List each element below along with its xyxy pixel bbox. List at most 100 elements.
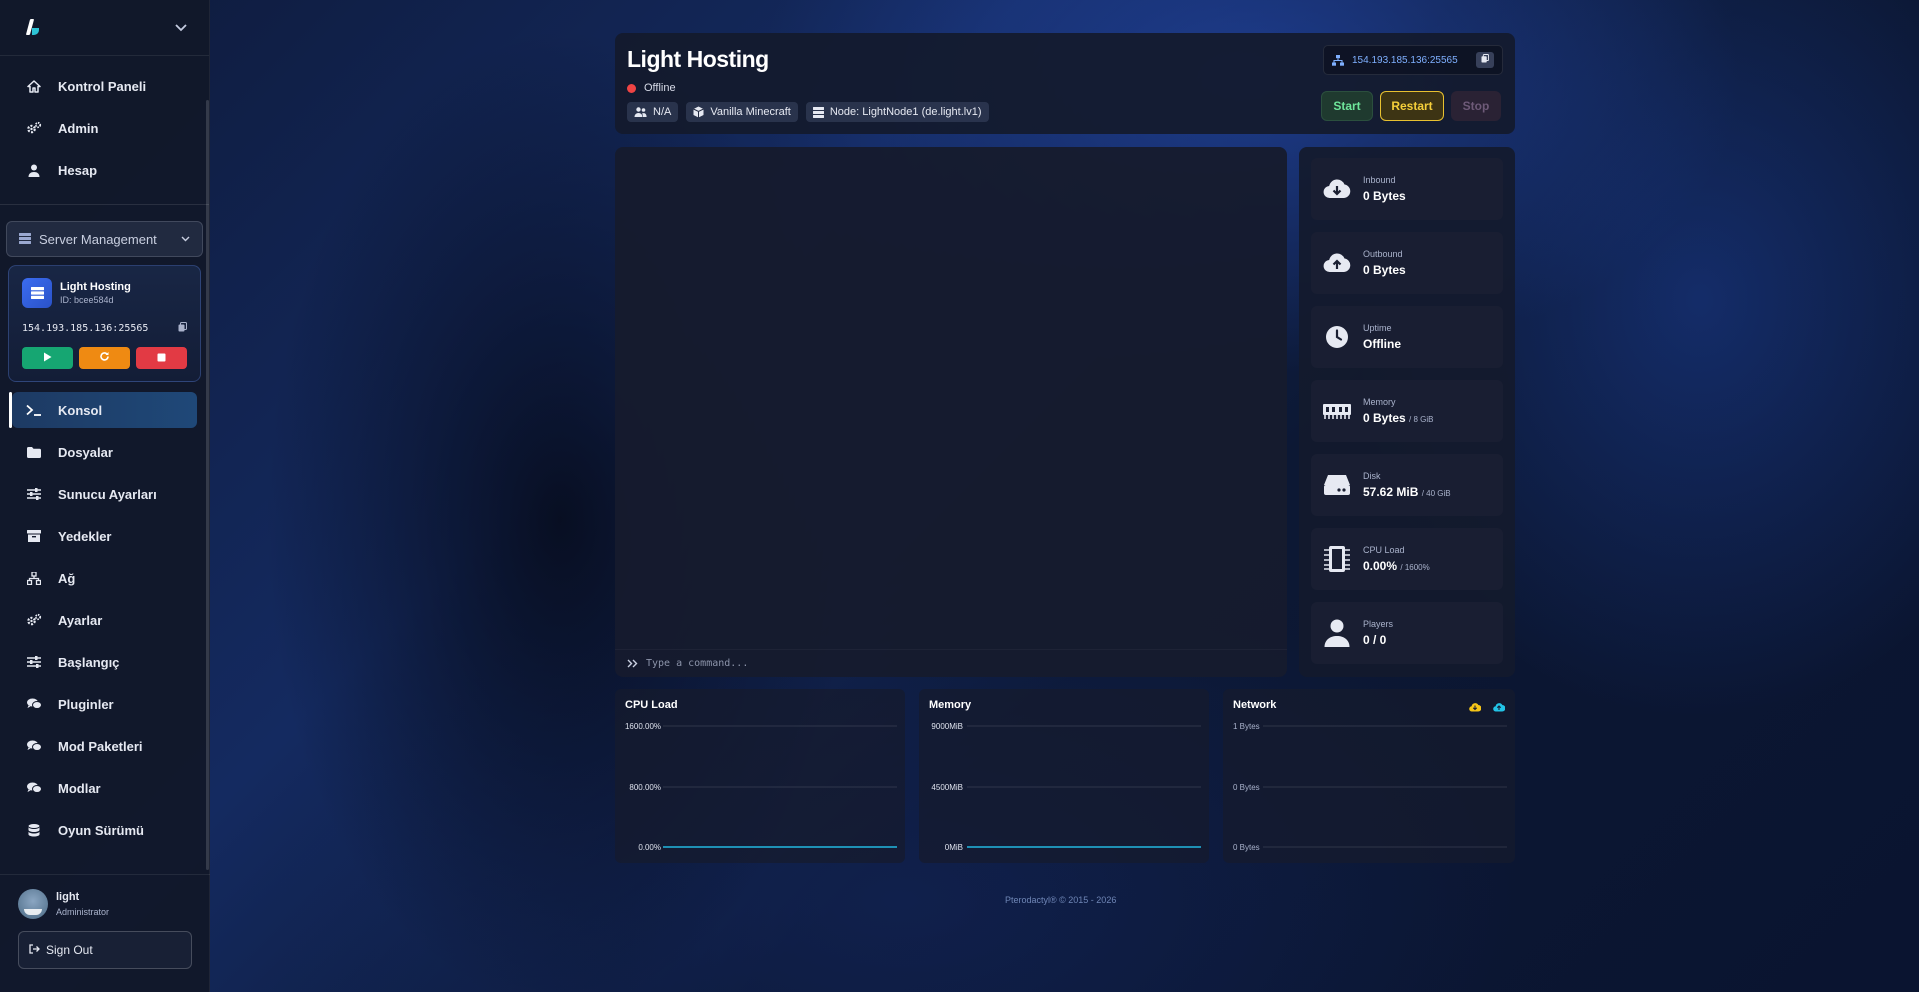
status-text: Offline [644, 82, 676, 94]
sidebar-item-ag[interactable]: Ağ [12, 560, 197, 596]
sidebar-item-kontrol-paneli[interactable]: Kontrol Paneli [12, 68, 197, 104]
sidebar-item-dosyalar[interactable]: Dosyalar [12, 434, 197, 470]
stat-value: 57.62 MiB [1363, 485, 1419, 499]
network-icon [24, 571, 44, 585]
chevron-down-icon [181, 233, 190, 245]
tick-label: 0 Bytes [1233, 783, 1260, 792]
console-output[interactable]: Type a command... [615, 147, 1287, 677]
sidebar-item-hesap[interactable]: Hesap [12, 152, 197, 188]
sidebar-item-sunucu-ayarlari[interactable]: Sunucu Ayarları [12, 476, 197, 512]
sidebar-item-ayarlar[interactable]: Ayarlar [12, 602, 197, 638]
server-card-name: Light Hosting [60, 281, 131, 293]
command-input[interactable]: Type a command... [615, 649, 1287, 677]
cpu-graph: CPU Load 1600.00% 800.00% 0.00% [615, 689, 905, 863]
user-icon [1321, 619, 1353, 647]
server-header: Light Hosting Offline N/A Vanilla Minecr… [615, 33, 1515, 134]
footer-copyright: Pterodactyl® © 2015 - 2026 [1005, 895, 1117, 905]
server-stop-button[interactable] [136, 347, 187, 369]
memory-graph: Memory 9000MiB 4500MiB 0MiB [919, 689, 1209, 863]
avatar[interactable] [18, 889, 48, 919]
sidebar-item-oyun-surumu[interactable]: Oyun Sürümü [12, 812, 197, 848]
sidebar-item-admin[interactable]: Admin [12, 110, 197, 146]
comments-icon [24, 698, 44, 710]
sidebar-item-mod-paketleri[interactable]: Mod Paketleri [12, 728, 197, 764]
status-badge: Offline [627, 82, 676, 94]
server-tags: N/A Vanilla Minecraft Node: LightNode1 (… [627, 102, 989, 122]
sign-out-button[interactable]: Sign Out [18, 931, 192, 969]
copy-icon[interactable] [178, 322, 187, 335]
clock-icon [1321, 325, 1353, 349]
sliders-icon [24, 656, 44, 668]
stat-inbound: Inbound 0 Bytes [1311, 158, 1503, 220]
stat-label: Players [1363, 619, 1394, 629]
chevron-down-icon[interactable] [175, 20, 187, 35]
tick-label: 0MiB [945, 843, 963, 852]
sign-out-icon [29, 943, 40, 957]
memory-chart: 9000MiB 4500MiB 0MiB [931, 722, 1201, 852]
server-icon [812, 106, 824, 118]
stat-label: Inbound [1363, 175, 1396, 185]
sidebar: Kontrol Paneli Admin Hesap Server Manage… [0, 0, 210, 992]
start-button[interactable]: Start [1321, 91, 1373, 121]
play-icon [43, 349, 52, 367]
stat-outbound: Outbound 0 Bytes [1311, 232, 1503, 294]
terminal-icon [24, 404, 44, 416]
stat-cpu: CPU Load 0.00% / 1600% [1311, 528, 1503, 590]
server-restart-button[interactable] [79, 347, 130, 369]
restart-button[interactable]: Restart [1380, 91, 1444, 121]
sidebar-scrollbar[interactable] [206, 100, 209, 870]
nav-top: Kontrol Paneli Admin Hesap [0, 56, 209, 202]
copy-address-button[interactable] [1476, 52, 1494, 68]
copy-icon [1481, 54, 1489, 66]
network-icon [1332, 54, 1344, 66]
folder-icon [24, 446, 44, 458]
sidebar-item-modlar[interactable]: Modlar [12, 770, 197, 806]
page-title: Light Hosting [627, 46, 769, 72]
sidebar-item-label: Hesap [58, 162, 98, 178]
stop-button[interactable]: Stop [1451, 91, 1501, 121]
cpu-icon [1321, 544, 1353, 574]
tick-label: 9000MiB [931, 722, 963, 731]
network-graph: Network 1 Bytes 0 Bytes 0 Bytes [1223, 689, 1515, 863]
stat-label: Disk [1363, 471, 1381, 481]
stat-value: 0 Bytes [1363, 263, 1406, 277]
tick-label: 4500MiB [931, 783, 963, 792]
database-icon [24, 823, 44, 837]
sidebar-item-label: Dosyalar [58, 444, 113, 460]
archive-icon [24, 530, 44, 542]
network-chart: 1 Bytes 0 Bytes 0 Bytes [1233, 722, 1507, 852]
server-card-ip: 154.193.185.136:25565 [22, 323, 149, 334]
sidebar-item-konsol[interactable]: Konsol [9, 392, 197, 428]
server-management-dropdown[interactable]: Server Management [6, 221, 203, 257]
sidebar-item-yedekler[interactable]: Yedekler [12, 518, 197, 554]
server-address-text: 154.193.185.136:25565 [1352, 54, 1458, 66]
brand-logo[interactable] [26, 19, 40, 37]
players-tag: N/A [627, 102, 679, 122]
user-role: Administrator [56, 907, 110, 917]
sidebar-item-label: Pluginler [58, 696, 114, 712]
sidebar-item-label: Ayarlar [58, 612, 103, 628]
server-start-button[interactable] [22, 347, 73, 369]
server-card-id: ID: bcee584d [60, 295, 114, 305]
sidebar-item-label: Başlangıç [58, 654, 120, 670]
cloud-upload-icon [1321, 252, 1353, 274]
server-badge-icon [22, 278, 52, 308]
cloud-download-icon [1321, 178, 1353, 200]
stat-suffix: / 40 GiB [1421, 489, 1451, 498]
stats-panel: Inbound 0 Bytes Outbound 0 Bytes Uptime Off… [1299, 147, 1515, 677]
server-icon [19, 232, 31, 247]
sidebar-item-pluginler[interactable]: Pluginler [12, 686, 197, 722]
stat-suffix: / 8 GiB [1409, 415, 1434, 424]
cpu-chart: 1600.00% 800.00% 0.00% [625, 722, 897, 852]
sidebar-item-baslangic[interactable]: Başlangıç [12, 644, 197, 680]
server-address[interactable]: 154.193.185.136:25565 [1323, 45, 1503, 75]
gears-icon [24, 613, 44, 627]
home-icon [24, 79, 44, 93]
stat-players: Players 0 / 0 [1311, 602, 1503, 664]
hdd-icon [1321, 474, 1353, 496]
gears-icon [24, 121, 44, 135]
stat-value: 0 / 0 [1363, 633, 1387, 647]
comments-icon [24, 740, 44, 752]
sidebar-item-label: Yedekler [58, 528, 112, 544]
nav-server: Konsol Dosyalar Sunucu Ayarları Yedekler… [0, 392, 209, 862]
